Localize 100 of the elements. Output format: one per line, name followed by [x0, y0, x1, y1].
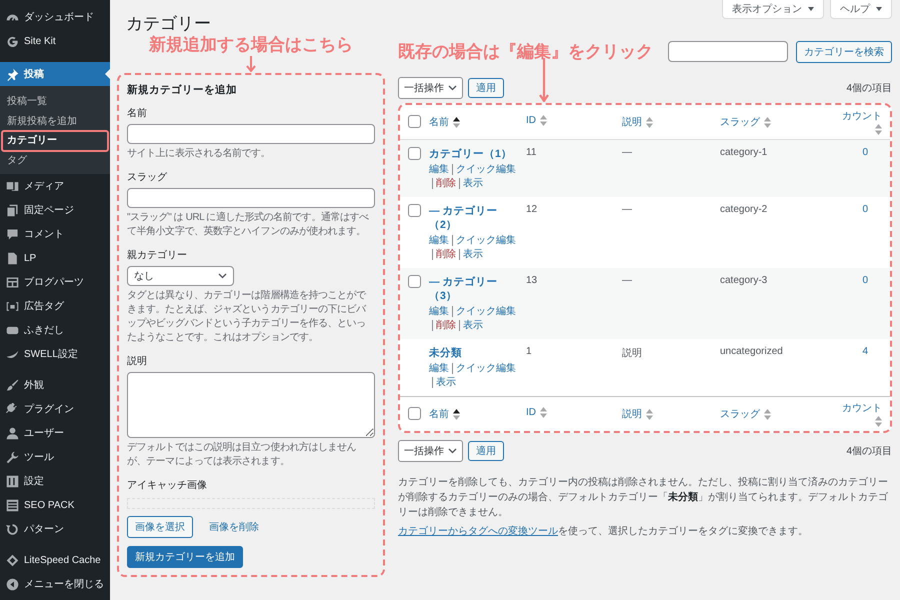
- sidebar-menu-item[interactable]: 外観: [0, 373, 110, 397]
- view-link[interactable]: 表示: [432, 377, 456, 388]
- column-header-link[interactable]: ID: [526, 407, 547, 418]
- table-cell: 1: [526, 346, 532, 357]
- delete-link[interactable]: 削除: [432, 320, 456, 331]
- brush-icon: [6, 378, 19, 392]
- parent-select[interactable]: なし: [127, 266, 234, 286]
- sidebar-menu-item[interactable]: ユーザー: [0, 421, 110, 445]
- edit-link[interactable]: 編集: [429, 306, 449, 317]
- submenu-item[interactable]: タグ: [2, 150, 108, 170]
- count-link[interactable]: 0: [862, 275, 868, 286]
- bulk-action-select[interactable]: 一括操作: [398, 77, 463, 99]
- sidebar-menu-item[interactable]: LiteSpeed Cache: [0, 548, 110, 572]
- menu-label: メディア: [24, 180, 64, 193]
- category-name-link[interactable]: — カテゴリー（2）: [429, 204, 518, 232]
- row-checkbox[interactable]: [408, 275, 421, 288]
- column-header-link[interactable]: カウント: [842, 401, 882, 427]
- select-all-checkbox[interactable]: [408, 407, 421, 420]
- edit-link[interactable]: 編集: [429, 363, 449, 374]
- sidebar-menu-item[interactable]: メディア: [0, 174, 110, 198]
- column-header-link[interactable]: スラッグ: [720, 115, 771, 129]
- column-header-link[interactable]: 名前: [429, 407, 460, 421]
- item-count: 4個の項目: [846, 82, 892, 95]
- view-link[interactable]: 表示: [459, 320, 483, 331]
- sidebar-menu-item[interactable]: LP: [0, 246, 110, 270]
- category-name-link[interactable]: — カテゴリー（3）: [429, 275, 518, 303]
- sidebar-menu-item[interactable]: 投稿: [0, 62, 110, 86]
- sidebar-menu-item[interactable]: 固定ページ: [0, 198, 110, 222]
- table-cell: uncategorized: [720, 346, 783, 357]
- category-name-link[interactable]: カテゴリー（1）: [429, 147, 518, 161]
- textarea-field[interactable]: [127, 372, 375, 438]
- sidebar-menu-item[interactable]: ふきだし: [0, 318, 110, 342]
- table-cell: 11: [526, 147, 536, 158]
- quick-edit-link[interactable]: クイック編集: [452, 363, 516, 374]
- screen-meta-button[interactable]: 表示オプション: [722, 0, 824, 19]
- submenu-item[interactable]: カテゴリー: [2, 131, 108, 150]
- menu-label: 投稿: [24, 68, 44, 81]
- delete-link[interactable]: 削除: [432, 178, 456, 189]
- table-cell: category-2: [720, 204, 768, 215]
- input-field[interactable]: [127, 124, 375, 144]
- remove-image-link[interactable]: 画像を削除: [209, 520, 259, 534]
- sidebar-menu-item[interactable]: 設定: [0, 469, 110, 493]
- view-link[interactable]: 表示: [459, 178, 483, 189]
- column-header-link[interactable]: 名前: [429, 115, 460, 129]
- chevron-icon: [218, 273, 227, 279]
- delete-link[interactable]: 削除: [432, 249, 456, 260]
- search-field[interactable]: [668, 41, 788, 62]
- apply-button[interactable]: 適用: [468, 441, 504, 461]
- quick-edit-link[interactable]: クイック編集: [452, 235, 516, 246]
- column-header-link[interactable]: スラッグ: [720, 407, 771, 421]
- count-link[interactable]: 4: [862, 346, 868, 357]
- column-header-link[interactable]: ID: [526, 115, 547, 126]
- search-button[interactable]: カテゴリーを検索: [796, 40, 892, 62]
- select-all-checkbox[interactable]: [408, 115, 421, 128]
- sidebar-menu-item[interactable]: プラグイン: [0, 397, 110, 421]
- sidebar-menu-item[interactable]: 広告タグ: [0, 294, 110, 318]
- sidebar-menu-item[interactable]: ツール: [0, 445, 110, 469]
- column-header-link[interactable]: カウント: [842, 109, 882, 135]
- row-checkbox[interactable]: [408, 147, 421, 160]
- input-field[interactable]: [127, 188, 375, 208]
- quick-edit-link[interactable]: クイック編集: [452, 164, 516, 175]
- view-link[interactable]: 表示: [459, 249, 483, 260]
- submenu-item[interactable]: 投稿一覧: [2, 92, 108, 112]
- menu-label: LP: [24, 252, 36, 264]
- row-checkbox[interactable]: [408, 204, 421, 217]
- user-icon: [6, 426, 19, 440]
- sidebar-menu-item[interactable]: SEO PACK: [0, 493, 110, 517]
- diamond-icon: [6, 554, 19, 566]
- quick-edit-link[interactable]: クイック編集: [452, 306, 516, 317]
- table-cell: —: [622, 204, 632, 215]
- submenu-item[interactable]: 新規投稿を追加: [2, 112, 108, 131]
- converter-tool-link[interactable]: カテゴリーからタグへの変換ツール: [398, 526, 558, 537]
- edit-link[interactable]: 編集: [429, 164, 449, 175]
- field-label: 親カテゴリー: [127, 248, 188, 262]
- form-heading: 新規カテゴリーを追加: [127, 83, 238, 97]
- help-text: デフォルトではこの説明は目立つ使われ方はしませんが、テーマによっては表示されます。: [127, 441, 358, 469]
- column-header-link[interactable]: 説明: [622, 407, 653, 421]
- note-text: カテゴリーからタグへの変換ツールを使って、選択したカテゴリーをタグに変換できます。: [398, 524, 809, 539]
- category-name-link[interactable]: 未分類: [429, 346, 518, 360]
- select-image-button[interactable]: 画像を選択: [127, 516, 193, 538]
- page-icon: [6, 252, 19, 264]
- sidebar-menu-item[interactable]: Site Kit: [0, 29, 110, 53]
- list-icon: [6, 498, 19, 512]
- menu-label: 固定ページ: [24, 204, 74, 217]
- bulk-action-select[interactable]: 一括操作: [398, 440, 463, 462]
- sidebar-menu-item[interactable]: SWELL設定: [0, 342, 110, 366]
- column-header-link[interactable]: 説明: [622, 115, 653, 129]
- apply-button[interactable]: 適用: [468, 78, 504, 98]
- sidebar-menu-item[interactable]: パターン: [0, 517, 110, 541]
- sidebar-menu-item[interactable]: ダッシュボード: [0, 5, 110, 29]
- sidebar-menu-item[interactable]: メニューを閉じる: [0, 572, 110, 596]
- screen-meta-button[interactable]: ヘルプ: [830, 0, 892, 19]
- add-category-button[interactable]: 新規カテゴリーを追加: [127, 546, 243, 568]
- sidebar-menu-item[interactable]: コメント: [0, 222, 110, 246]
- media-icon: [6, 180, 19, 192]
- edit-link[interactable]: 編集: [429, 235, 449, 246]
- count-link[interactable]: 0: [862, 147, 868, 158]
- pin-icon: [6, 68, 19, 80]
- count-link[interactable]: 0: [862, 204, 868, 215]
- sidebar-menu-item[interactable]: ブログパーツ: [0, 270, 110, 294]
